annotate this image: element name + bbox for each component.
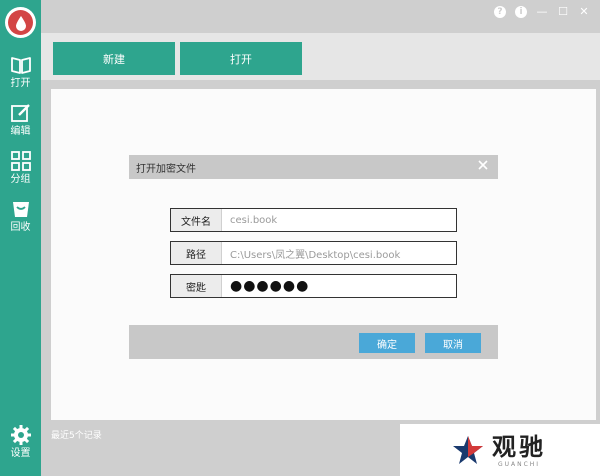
drop-icon	[8, 10, 33, 35]
maximize-icon[interactable]: ☐	[557, 6, 569, 18]
help-icon[interactable]: ?	[494, 6, 506, 18]
dialog-title-bar: 打开加密文件	[129, 155, 498, 179]
field-label: 密匙	[171, 275, 222, 297]
filename-field[interactable]: 文件名 cesi.book	[170, 208, 457, 232]
sidebar: 打开 编辑 分组 回收 设置	[0, 0, 41, 476]
key-field[interactable]: 密匙 ●●●●●●	[170, 274, 457, 298]
field-label: 路径	[171, 242, 222, 264]
minimize-icon[interactable]: —	[536, 6, 548, 18]
sidebar-item-group[interactable]: 分组	[0, 148, 41, 192]
cancel-button[interactable]: 取消	[425, 333, 481, 353]
sidebar-item-label: 打开	[10, 78, 31, 89]
book-icon	[10, 57, 31, 74]
path-input[interactable]: C:\Users\凤之翼\Desktop\cesi.book	[222, 242, 456, 264]
app-logo	[5, 7, 36, 38]
sidebar-item-recycle[interactable]: 回收	[0, 196, 41, 240]
watermark-text: 观驰	[492, 432, 546, 461]
watermark-subtext: GUANCHI	[497, 460, 541, 468]
filename-input[interactable]: cesi.book	[222, 209, 456, 231]
close-icon[interactable]: ✕	[578, 6, 590, 18]
info-icon[interactable]: i	[515, 6, 527, 18]
new-button[interactable]: 新建	[53, 42, 175, 75]
window-controls: ? i — ☐ ✕	[494, 6, 590, 18]
sidebar-item-edit[interactable]: 编辑	[0, 100, 41, 144]
field-label: 文件名	[171, 209, 222, 231]
dialog-title: 打开加密文件	[136, 164, 196, 175]
sidebar-item-label: 编辑	[10, 126, 31, 137]
path-field[interactable]: 路径 C:\Users\凤之翼\Desktop\cesi.book	[170, 241, 457, 265]
sidebar-item-open[interactable]: 打开	[0, 52, 41, 96]
dialog-footer: 确定 取消	[129, 325, 498, 359]
dialog-close-icon[interactable]	[476, 158, 490, 172]
sidebar-item-label: 回收	[10, 222, 31, 233]
watermark: 观驰 GUANCHI	[400, 424, 600, 476]
key-input[interactable]: ●●●●●●	[222, 275, 456, 297]
sidebar-item-settings[interactable]: 设置	[0, 422, 41, 466]
recent-records-text[interactable]: 最近5个记录	[51, 428, 102, 441]
grid-icon	[10, 151, 31, 171]
gear-icon	[10, 425, 31, 445]
toolbar: 新建 打开	[41, 33, 600, 80]
open-button[interactable]: 打开	[180, 42, 302, 75]
edit-icon	[10, 104, 30, 122]
sidebar-item-label: 分组	[10, 174, 31, 185]
ok-button[interactable]: 确定	[359, 333, 415, 353]
star-logo-icon	[453, 436, 483, 464]
trash-icon	[12, 202, 29, 217]
sidebar-item-label: 设置	[10, 448, 31, 459]
